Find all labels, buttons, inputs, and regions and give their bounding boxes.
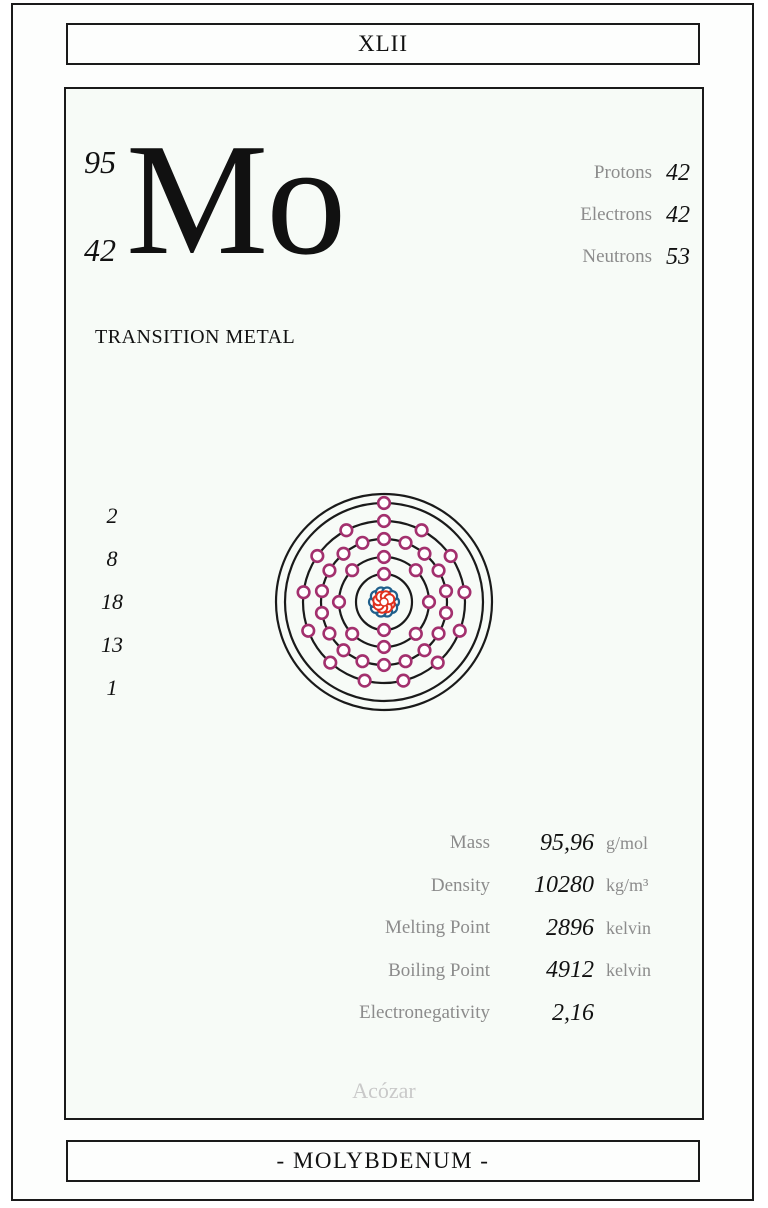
electron bbox=[438, 583, 454, 599]
property-value: 2,16 bbox=[552, 999, 594, 1026]
particle-value: 42 bbox=[666, 159, 690, 186]
author-credit: Acózar bbox=[352, 1078, 416, 1103]
electron bbox=[398, 535, 413, 550]
property-row-density: Density 10280 kg/m³ bbox=[330, 865, 686, 908]
property-row-boiling-point: Boiling Point 4912 kelvin bbox=[330, 950, 686, 993]
electron bbox=[376, 495, 392, 511]
electron bbox=[438, 605, 454, 621]
property-row-electronegativity: Electronegativity 2,16 bbox=[330, 992, 686, 1035]
electron bbox=[376, 531, 392, 547]
electron bbox=[408, 626, 423, 641]
roman-numeral: XLII bbox=[358, 31, 408, 56]
electron bbox=[322, 563, 337, 578]
property-unit: kg/m³ bbox=[606, 875, 649, 896]
element-name-box: - MOLYBDENUM - bbox=[66, 1140, 700, 1182]
electron bbox=[417, 643, 432, 658]
electron bbox=[355, 535, 370, 550]
property-value: 2896 bbox=[546, 914, 594, 941]
electron bbox=[431, 626, 446, 641]
electron bbox=[431, 563, 446, 578]
property-unit: kelvin bbox=[606, 917, 651, 938]
property-row-mass: Mass 95,96 g/mol bbox=[330, 822, 686, 865]
shell-count: 2 bbox=[106, 502, 118, 528]
property-value: 4912 bbox=[546, 957, 594, 984]
electron bbox=[296, 585, 311, 600]
electron bbox=[310, 548, 325, 564]
electron bbox=[331, 594, 347, 610]
property-label: Melting Point bbox=[384, 917, 490, 939]
electron bbox=[417, 546, 432, 561]
property-value: 95,96 bbox=[540, 829, 594, 856]
shell-count: 8 bbox=[106, 545, 118, 571]
electron bbox=[322, 626, 337, 641]
electron bbox=[357, 673, 372, 688]
atomic-number: 42 bbox=[84, 232, 116, 268]
particle-label: Electrons bbox=[580, 204, 652, 225]
electron bbox=[339, 523, 354, 538]
property-label: Mass bbox=[449, 832, 490, 854]
particle-value: 42 bbox=[666, 201, 690, 228]
electron bbox=[336, 643, 351, 658]
electron bbox=[376, 513, 392, 529]
particle-counts: Protons 42 Electrons 42 Neutrons 53 bbox=[580, 152, 690, 278]
shell-count: 18 bbox=[101, 588, 123, 614]
proton bbox=[379, 597, 389, 607]
property-label: Electronegativity bbox=[359, 1002, 490, 1024]
electron bbox=[376, 639, 392, 655]
particle-row-electrons: Electrons 42 bbox=[580, 194, 690, 236]
electron bbox=[414, 523, 429, 538]
electron bbox=[301, 623, 316, 638]
property-label: Density bbox=[430, 874, 490, 896]
roman-numeral-box: XLII bbox=[66, 23, 700, 65]
shell-count: 13 bbox=[101, 631, 123, 657]
property-label: Boiling Point bbox=[388, 959, 490, 981]
electron bbox=[314, 605, 330, 621]
particle-row-protons: Protons 42 bbox=[580, 152, 690, 194]
electron bbox=[408, 563, 423, 578]
bohr-model-diagram bbox=[274, 492, 494, 712]
particle-label: Neutrons bbox=[582, 246, 652, 267]
electron bbox=[443, 548, 458, 564]
electron bbox=[345, 626, 360, 641]
electron bbox=[376, 622, 392, 638]
property-unit: g/mol bbox=[606, 832, 649, 853]
electron bbox=[355, 654, 370, 669]
electron bbox=[376, 549, 392, 565]
element-category: TRANSITION METAL bbox=[95, 326, 296, 348]
particle-row-neutrons: Neutrons 53 bbox=[580, 236, 690, 278]
property-row-melting-point: Melting Point 2896 kelvin bbox=[330, 907, 686, 950]
electron bbox=[430, 655, 445, 670]
shell-count: 1 bbox=[106, 674, 118, 700]
electron bbox=[314, 583, 330, 599]
electron bbox=[398, 654, 413, 669]
electron bbox=[396, 673, 411, 688]
property-unit: kelvin bbox=[606, 960, 651, 981]
electron bbox=[421, 594, 437, 610]
electron bbox=[323, 655, 338, 670]
element-symbol: Mo bbox=[126, 110, 346, 288]
electron bbox=[452, 623, 467, 638]
particle-label: Protons bbox=[593, 162, 652, 183]
electron bbox=[345, 563, 360, 578]
mass-number: 95 bbox=[84, 144, 116, 180]
electron-shell-list: 2 8 18 13 1 bbox=[92, 494, 132, 709]
particle-value: 53 bbox=[666, 243, 690, 270]
property-value: 10280 bbox=[534, 872, 594, 899]
electron bbox=[376, 657, 392, 673]
electron bbox=[376, 566, 392, 582]
element-name: - MOLYBDENUM - bbox=[276, 1148, 490, 1173]
electron bbox=[336, 546, 351, 561]
properties-table: Mass 95,96 g/mol Density 10280 kg/m³ Mel… bbox=[330, 822, 686, 1035]
electron bbox=[457, 585, 472, 600]
bohr-model bbox=[271, 489, 497, 719]
